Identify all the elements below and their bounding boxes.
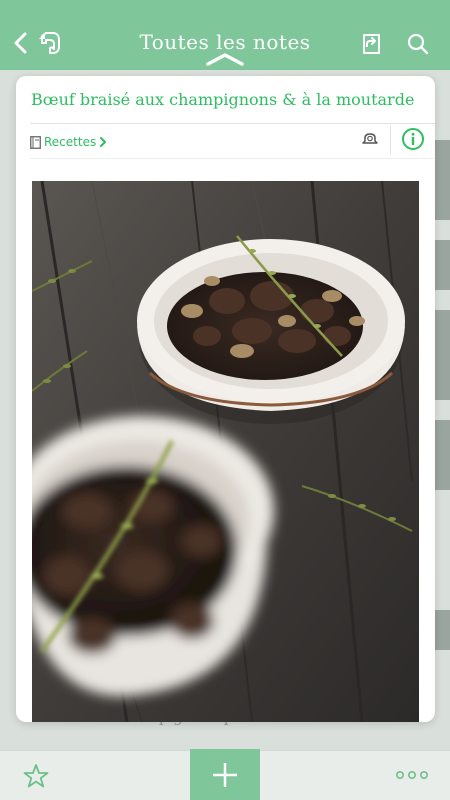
divider (390, 126, 391, 154)
note-title[interactable]: Bœuf braisé aux champignons & à la mouta… (31, 90, 426, 109)
divider (30, 123, 435, 124)
bottom-toolbar (0, 749, 450, 800)
chevron-right-icon (100, 137, 107, 147)
header-bar: Toutes les notes (0, 0, 450, 70)
share-icon[interactable] (359, 32, 383, 56)
search-icon[interactable] (406, 32, 430, 56)
notebook-link[interactable]: Recettes (30, 133, 107, 151)
add-note-button[interactable] (190, 749, 260, 800)
note-card: Bœuf braisé aux champignons & à la mouta… (16, 76, 435, 722)
notebook-label: Recettes (44, 135, 97, 149)
reminder-icon[interactable] (361, 130, 379, 148)
more-dots-icon[interactable] (395, 769, 429, 781)
info-icon[interactable] (401, 127, 425, 151)
notebook-icon (30, 135, 41, 149)
chevron-up-icon[interactable] (205, 52, 245, 66)
divider (30, 158, 435, 159)
plus-icon (213, 763, 237, 787)
braised-beef-mushroom-bowls-photo[interactable] (32, 181, 419, 722)
star-icon[interactable] (23, 763, 49, 789)
